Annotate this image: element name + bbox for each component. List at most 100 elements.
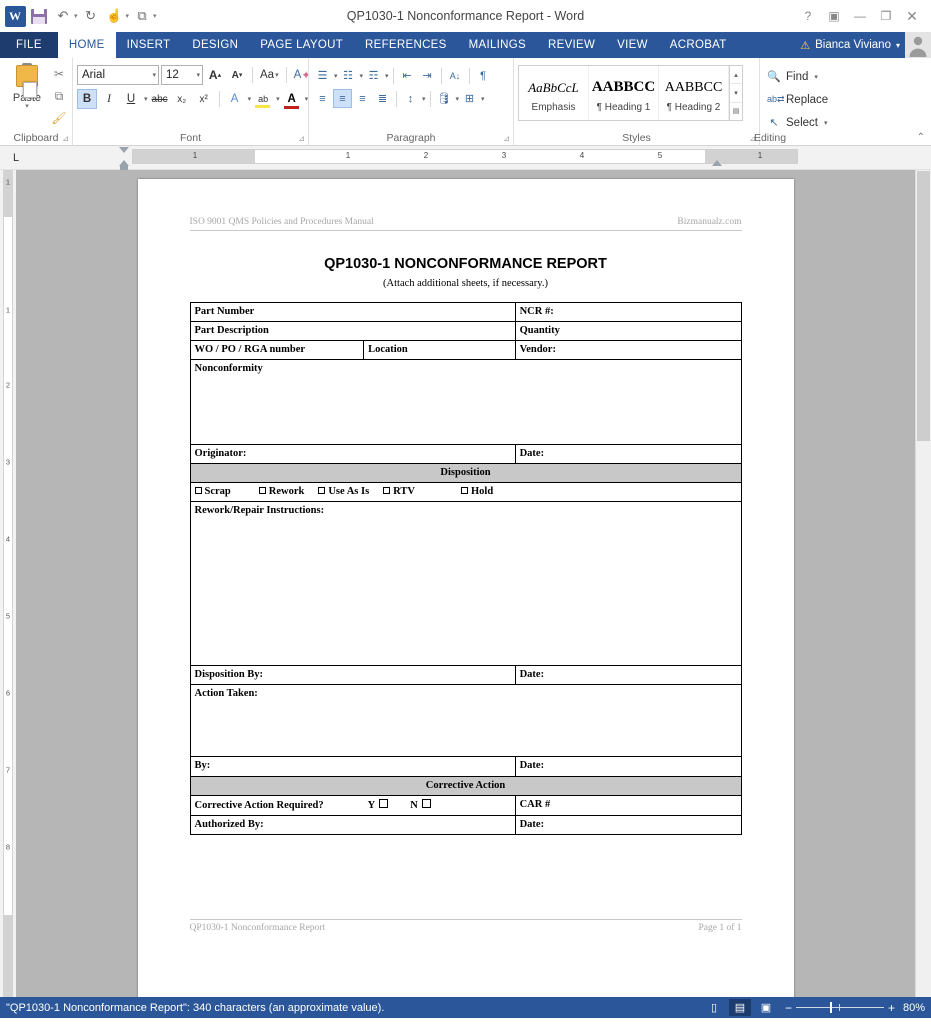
ribbon-display-options-button[interactable]: ▣ — [821, 3, 847, 29]
clipboard-dialog-launcher-icon[interactable]: ⊿ — [62, 134, 69, 143]
cell-disposition-by-date[interactable]: Date: — [515, 666, 741, 685]
paste-caret-icon[interactable]: ▾ — [25, 104, 29, 110]
account-area[interactable]: ⚠ Bianca Viviano ▾ — [800, 32, 931, 58]
redo-icon[interactable]: ↻ — [80, 5, 102, 27]
find-caret-icon[interactable]: ▾ — [814, 73, 818, 81]
zoom-thumb[interactable] — [830, 1002, 832, 1013]
cell-location[interactable]: Location — [364, 341, 516, 360]
cell-action-taken[interactable]: Action Taken: — [190, 685, 741, 757]
cell-rework-instructions[interactable]: Rework/Repair Instructions: — [190, 502, 741, 666]
checkbox-option-use-as-is[interactable]: Use As Is — [318, 486, 369, 498]
font-dialog-launcher-icon[interactable]: ⊿ — [298, 134, 305, 143]
underline-caret-icon[interactable]: ▾ — [144, 95, 148, 103]
change-case-icon[interactable]: Aa▾ — [258, 65, 281, 85]
cell-disposition-options[interactable]: ScrapReworkUse As IsRTVHold — [190, 483, 741, 502]
shading-icon[interactable]: 🛢 — [435, 89, 454, 108]
collapse-ribbon-icon[interactable]: ⌃ — [917, 132, 925, 143]
cell-part-description[interactable]: Part Description — [190, 322, 515, 341]
minimize-button[interactable]: — — [847, 3, 873, 29]
decrease-indent-icon[interactable]: ⇤ — [398, 66, 417, 85]
style-heading-1[interactable]: AABBCC ¶ Heading 1 — [589, 66, 659, 120]
align-right-icon[interactable]: ≡ — [353, 89, 372, 108]
font-name-caret-icon[interactable]: ▾ — [148, 71, 156, 79]
touch-mode-caret-icon[interactable]: ▾ — [126, 12, 130, 20]
tab-references[interactable]: REFERENCES — [354, 32, 458, 58]
no-option[interactable]: N — [410, 800, 431, 811]
show-formatting-marks-icon[interactable]: ¶ — [474, 66, 493, 85]
cell-by[interactable]: By: — [190, 757, 515, 776]
align-center-icon[interactable]: ≡ — [333, 89, 352, 108]
sort-icon[interactable]: A↓ — [446, 66, 465, 85]
first-line-indent-marker[interactable] — [119, 147, 129, 153]
style-emphasis[interactable]: AaBbCcL Emphasis — [519, 66, 589, 120]
format-painter-icon[interactable]: 🖌 — [50, 109, 68, 127]
subscript-button[interactable]: x₂ — [172, 89, 192, 109]
zoom-track[interactable] — [796, 1007, 884, 1008]
select-button[interactable]: ↖ Select ▾ — [764, 113, 830, 132]
cell-disposition-by[interactable]: Disposition By: — [190, 666, 515, 685]
bold-button[interactable]: B — [77, 89, 97, 109]
read-mode-button[interactable]: ▯ — [703, 999, 725, 1016]
vertical-ruler[interactable]: 1 1 2 3 4 5 6 7 8 — [0, 170, 16, 997]
restore-button[interactable]: ❐ — [873, 3, 899, 29]
text-effects-caret-icon[interactable]: ▾ — [248, 95, 252, 103]
cell-part-number[interactable]: Part Number — [190, 303, 515, 322]
checkbox-option-rtv[interactable]: RTV — [383, 486, 415, 498]
web-layout-button[interactable]: ▣ — [755, 999, 777, 1016]
shrink-font-icon[interactable]: A▾ — [227, 65, 247, 85]
underline-button[interactable]: U — [121, 89, 141, 109]
copy-icon[interactable]: ⧉ — [50, 87, 68, 105]
find-button[interactable]: 🔍 Find ▾ — [764, 67, 821, 86]
tab-file[interactable]: FILE — [0, 32, 58, 58]
cell-authorized-by[interactable]: Authorized By: — [190, 815, 515, 834]
vertical-scrollbar[interactable] — [915, 170, 931, 997]
cell-corrective-action-required[interactable]: Corrective Action Required?YN — [190, 795, 515, 815]
zoom-slider[interactable]: − + — [785, 1003, 895, 1013]
yes-option[interactable]: Y — [368, 800, 389, 811]
line-spacing-icon[interactable]: ↕ — [401, 89, 420, 108]
undo-icon[interactable]: ↶ — [52, 5, 74, 27]
font-size-combo[interactable]: 12 ▾ — [161, 65, 203, 85]
superscript-button[interactable]: x² — [194, 89, 214, 109]
nonconformance-form-table[interactable]: Part Number NCR #: Part Description Quan… — [190, 302, 742, 835]
copy-icon[interactable]: ⧉ — [131, 5, 153, 27]
font-name-combo[interactable]: Arial ▾ — [77, 65, 159, 85]
checkbox-option-scrap[interactable]: Scrap — [195, 486, 231, 498]
right-indent-marker[interactable] — [712, 160, 722, 166]
select-caret-icon[interactable]: ▾ — [824, 119, 828, 127]
multilevel-list-icon[interactable]: ☶ — [364, 66, 383, 85]
bullets-icon[interactable]: ☰ — [313, 66, 332, 85]
touch-mode-icon[interactable]: ☝ — [104, 5, 126, 27]
horizontal-ruler[interactable]: 1 1 2 3 4 5 1 — [132, 149, 798, 164]
customize-qat-icon[interactable]: ▾ — [153, 12, 157, 20]
numbering-icon[interactable]: ☷ — [339, 66, 358, 85]
close-button[interactable]: ✕ — [899, 3, 925, 29]
cell-by-date[interactable]: Date: — [515, 757, 741, 776]
styles-scroll-down-icon[interactable]: ▾ — [730, 84, 742, 102]
cell-wo-po-rga[interactable]: WO / PO / RGA number — [190, 341, 364, 360]
paste-button[interactable]: Paste ▾ — [4, 61, 50, 110]
cell-nonconformity[interactable]: Nonconformity — [190, 360, 741, 445]
styles-gallery[interactable]: AaBbCcL Emphasis AABBCC ¶ Heading 1 AABB… — [518, 65, 743, 121]
highlight-caret-icon[interactable]: ▾ — [276, 95, 280, 103]
styles-more-icon[interactable]: ▤ — [730, 103, 742, 120]
text-highlight-icon[interactable]: ab — [253, 89, 273, 109]
font-size-caret-icon[interactable]: ▾ — [192, 71, 200, 79]
font-color-icon[interactable]: A — [282, 89, 302, 109]
style-heading-2[interactable]: AABBCC ¶ Heading 2 — [659, 66, 729, 120]
replace-button[interactable]: ab⇄ Replace — [764, 90, 831, 109]
align-left-icon[interactable]: ≡ — [313, 89, 332, 108]
cell-ncr-number[interactable]: NCR #: — [515, 303, 741, 322]
avatar[interactable] — [905, 32, 931, 58]
cell-originator[interactable]: Originator: — [190, 445, 515, 464]
checkbox-option-rework[interactable]: Rework — [259, 486, 305, 498]
tab-review[interactable]: REVIEW — [537, 32, 606, 58]
print-layout-button[interactable]: ▤ — [729, 999, 751, 1016]
cell-car-number[interactable]: CAR # — [515, 795, 741, 815]
cell-authorized-date[interactable]: Date: — [515, 815, 741, 834]
justify-icon[interactable]: ≣ — [373, 89, 392, 108]
increase-indent-icon[interactable]: ⇥ — [418, 66, 437, 85]
text-effects-icon[interactable]: A — [225, 89, 245, 109]
document-page[interactable]: ISO 9001 QMS Policies and Procedures Man… — [138, 179, 794, 997]
borders-icon[interactable]: ⊞ — [460, 89, 479, 108]
